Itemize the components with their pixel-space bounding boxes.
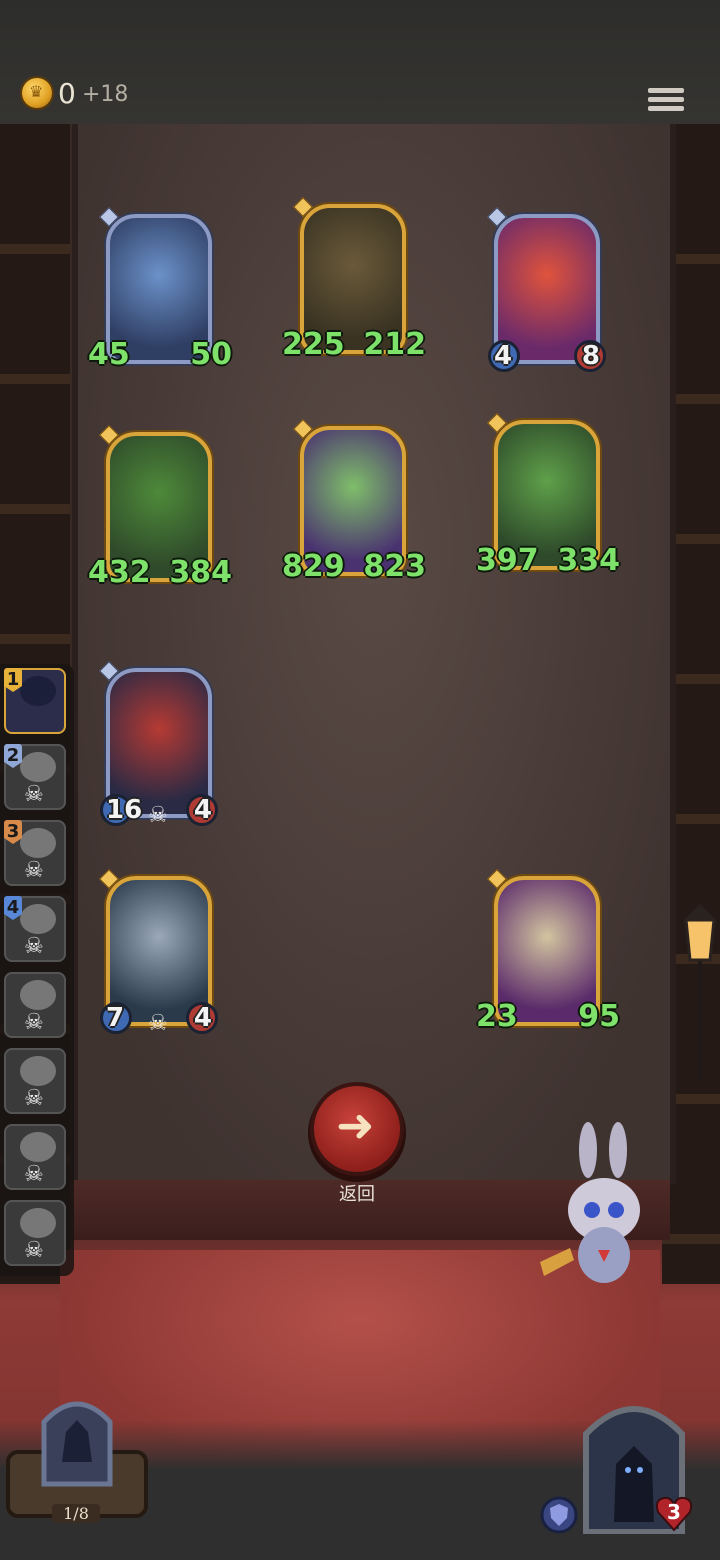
menu-icon[interactable] [648, 84, 684, 116]
coin-count: 0 [58, 77, 76, 110]
card-dryad[interactable]: 397 334 [476, 413, 620, 580]
hero-health: 3 [654, 1494, 694, 1532]
roster-slot[interactable]: ☠ [4, 1200, 66, 1266]
hero-health-value: 3 [667, 1500, 681, 1524]
coin-icon [22, 78, 52, 108]
skull-icon: ☠ [24, 858, 44, 883]
card-attack: 4 [494, 341, 513, 371]
roster-slot[interactable]: ☠ 2 [4, 744, 66, 810]
card-attack: 432 [88, 555, 151, 590]
top-bar: 0 +18 [0, 0, 720, 126]
deck-count: 1/8 [52, 1504, 100, 1523]
card-attack: 23 [476, 999, 518, 1034]
shield-icon [540, 1496, 578, 1534]
avatar [20, 1056, 56, 1086]
bunny-mascot[interactable] [540, 1120, 660, 1290]
avatar [20, 676, 56, 706]
lamp-icon [684, 904, 716, 1080]
roster-slot[interactable]: ☠ [4, 1124, 66, 1190]
roster-slot[interactable]: ☠ 3 [4, 820, 66, 886]
card-health: 4 [193, 795, 212, 825]
card-health: 212 [363, 327, 426, 362]
skull-icon: ☠ [24, 1010, 44, 1035]
skull-icon: ☠ [24, 1162, 44, 1187]
avatar [20, 828, 56, 858]
card-health: 50 [190, 337, 232, 372]
avatar [20, 1132, 56, 1162]
coin-income: +18 [82, 82, 129, 107]
card-health: 4 [193, 1003, 212, 1033]
skull-icon: ☠ [24, 1086, 44, 1111]
card-attack: 397 [476, 543, 539, 578]
card-health: 334 [557, 543, 620, 578]
card-attack: 16 [106, 795, 143, 825]
card-tomato-imp[interactable]: 48 [487, 207, 606, 374]
skull-icon: ☠ [24, 934, 44, 959]
card-health: 8 [581, 341, 600, 371]
roster-slot[interactable]: ☠ 4 [4, 896, 66, 962]
roster-panel: 1 ☠ 2 ☠ 3 ☠ 4 ☠ ☠ ☠ ☠ [0, 664, 74, 1276]
card-health: 384 [169, 555, 232, 590]
avatar [20, 980, 56, 1010]
card-attack: 829 [282, 549, 345, 584]
card-tree-spirit[interactable]: 432 384 [88, 425, 232, 592]
card-health: 823 [363, 549, 426, 584]
back-button-label: 返回 [339, 1184, 375, 1205]
skull-icon: ☠ [148, 803, 168, 828]
card-ice-witch[interactable]: 45 50 [88, 207, 232, 374]
card-health: 95 [578, 999, 620, 1034]
skull-icon: ☠ [24, 782, 44, 807]
arrow-left-icon: ➜ [336, 1098, 375, 1152]
card-goblin-hat[interactable]: 225 212 [282, 197, 426, 364]
card-attack: 225 [282, 327, 345, 362]
card-attack: 7 [106, 1003, 125, 1033]
avatar [20, 752, 56, 782]
roster-slot[interactable]: ☠ [4, 972, 66, 1038]
card-attack: 45 [88, 337, 130, 372]
card-crimson-dragon[interactable]: ☠ 16 4 [99, 661, 218, 828]
roster-slot[interactable]: ☠ [4, 1048, 66, 1114]
avatar [20, 904, 56, 934]
skull-icon: ☠ [24, 1238, 44, 1263]
skull-icon: ☠ [148, 1011, 168, 1036]
deck-icon[interactable] [4, 1392, 150, 1522]
card-robot[interactable]: ☠ 7 4 [99, 869, 218, 1036]
card-clock-knight[interactable]: 23 95 [476, 869, 620, 1036]
roster-slot[interactable]: 1 [4, 668, 66, 734]
avatar [20, 1208, 56, 1238]
back-button[interactable]: ➜ [314, 1086, 400, 1172]
card-forest-fairy[interactable]: 829 823 [282, 419, 426, 586]
